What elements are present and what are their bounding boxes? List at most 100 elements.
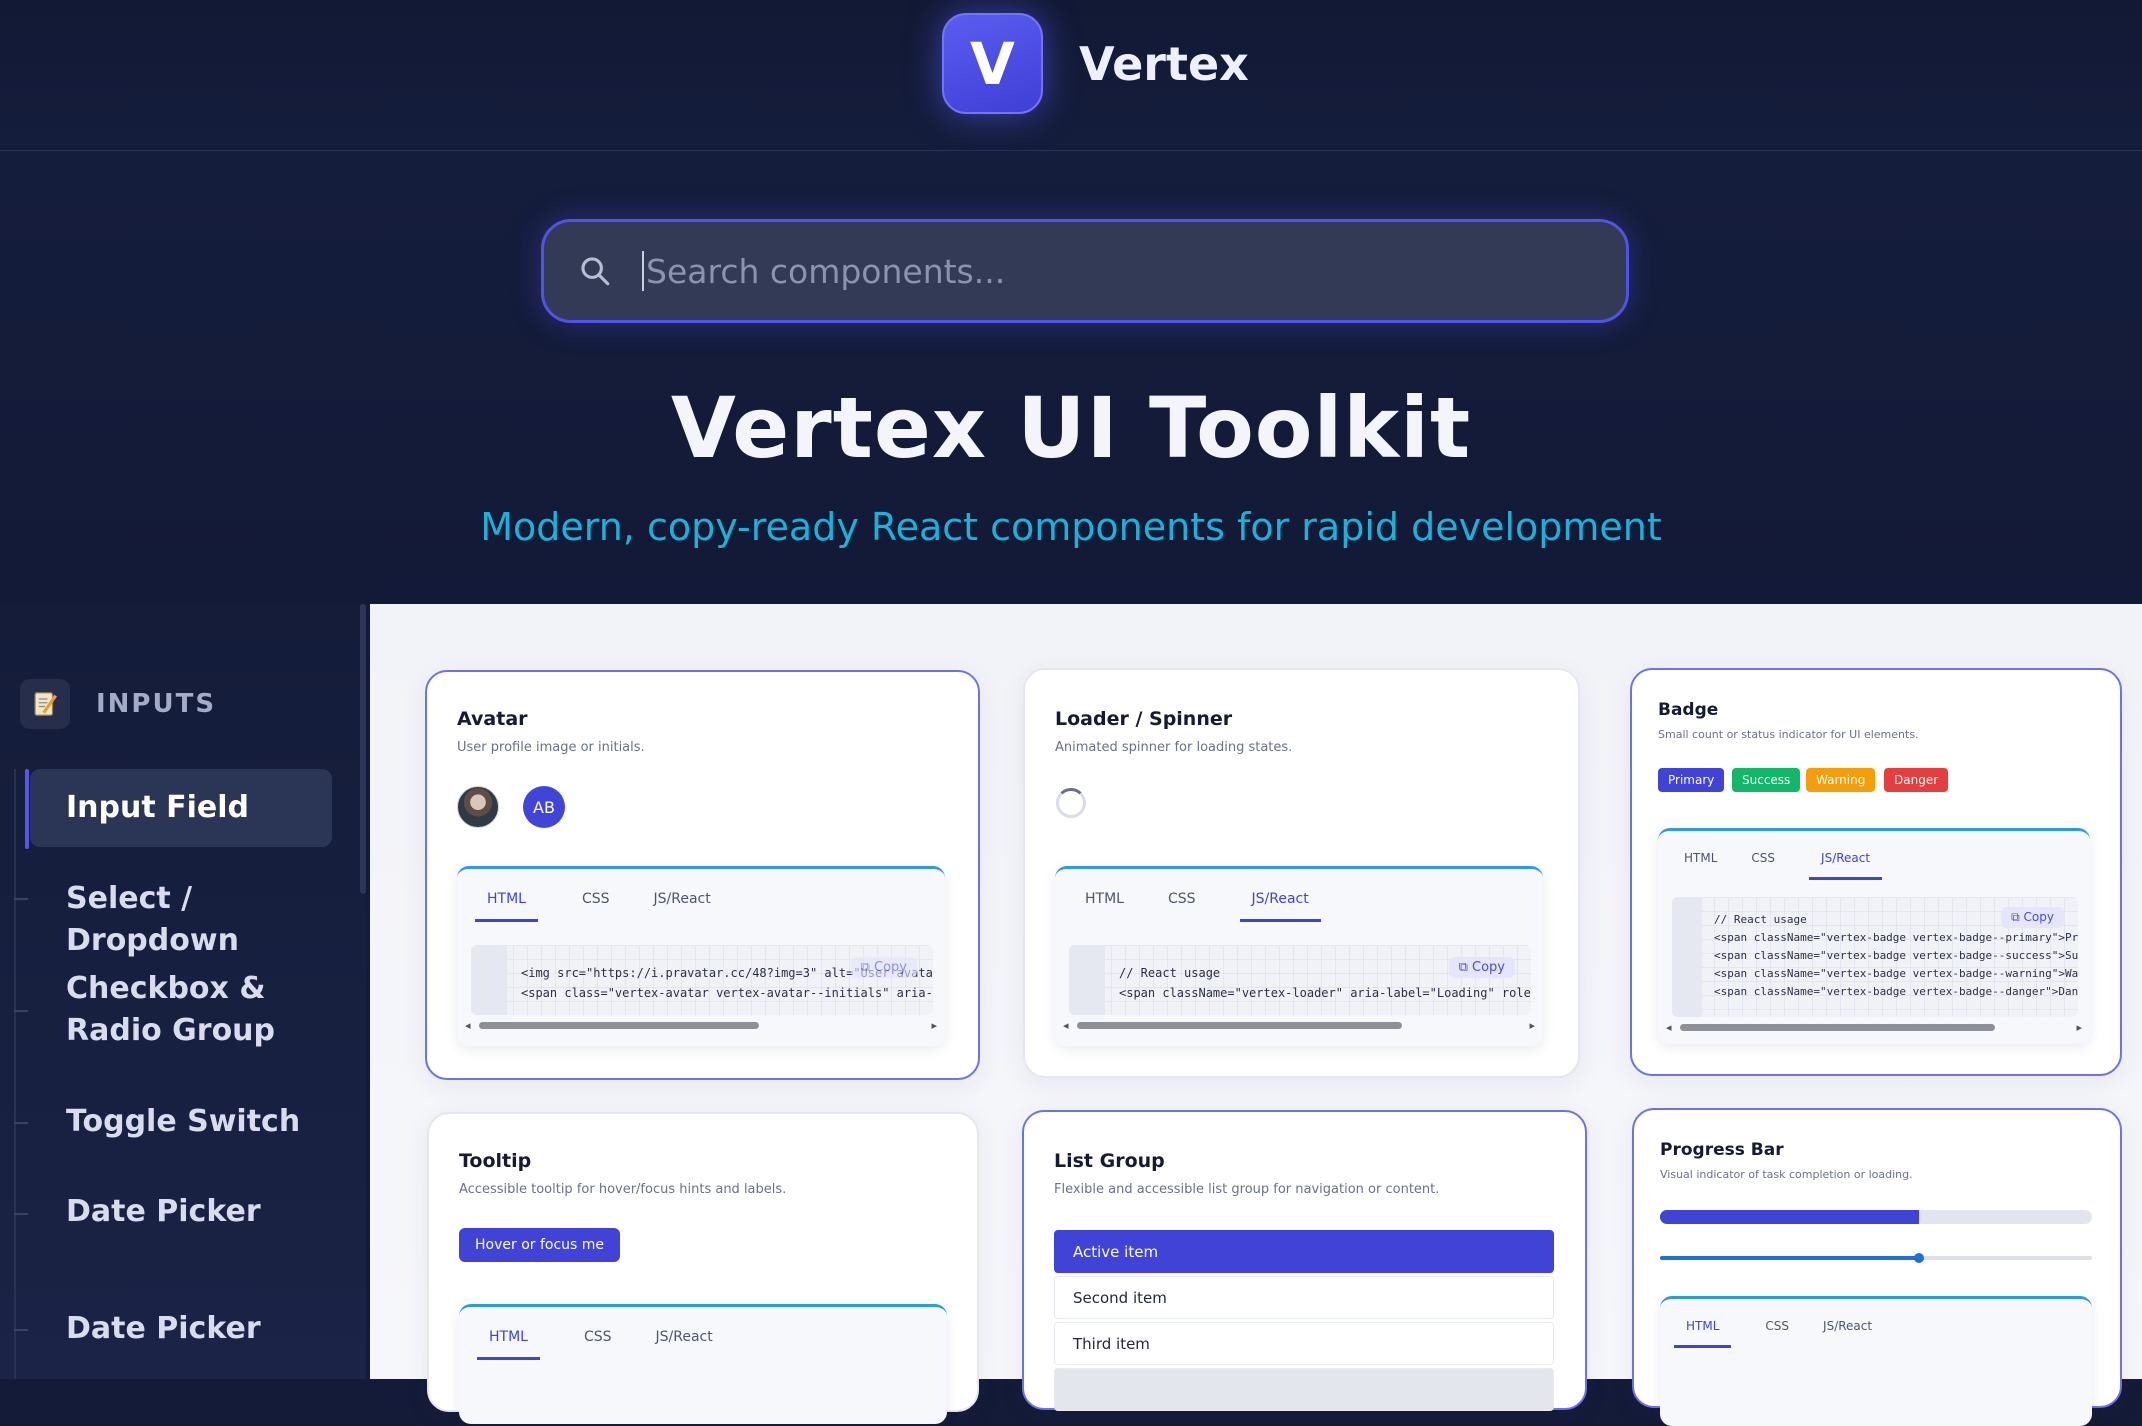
tab-html[interactable]: HTML	[1674, 1313, 1732, 1348]
range-slider[interactable]	[1660, 1253, 2092, 1263]
loading-spinner	[1056, 788, 1086, 818]
list-item-active[interactable]: Active item	[1054, 1230, 1554, 1273]
card-title: Progress Bar	[1660, 1140, 1784, 1160]
code-gutter	[471, 945, 507, 1015]
scroll-right-icon[interactable]: ▸	[2076, 1021, 2082, 1034]
scrollbar-thumb[interactable]	[479, 1022, 759, 1029]
sidebar-item-date-picker[interactable]: Date Picker	[30, 1191, 332, 1233]
card-title: Avatar	[457, 708, 528, 730]
sidebar-item-date-picker-2[interactable]: Date Picker	[30, 1308, 332, 1350]
active-indicator	[25, 769, 29, 849]
card-loader: Loader / Spinner Animated spinner for lo…	[1023, 668, 1580, 1078]
card-title: Badge	[1658, 700, 1719, 720]
tab-css[interactable]: CSS	[1765, 1313, 1789, 1348]
memo-icon	[20, 679, 70, 729]
scroll-left-icon[interactable]: ◂	[1666, 1021, 1672, 1034]
copy-button[interactable]: ⧉ Copy	[2001, 907, 2064, 928]
code-scrollbar[interactable]: ◂ ▸	[465, 1019, 937, 1032]
avatar-initials: AB	[523, 786, 565, 828]
brand[interactable]: V Vertex	[942, 13, 1249, 114]
code-line: <span className="vertex-badge vertex-bad…	[1714, 931, 2078, 944]
tab-html[interactable]: HTML	[1672, 845, 1717, 880]
card-description: Animated spinner for loading states.	[1055, 740, 1293, 755]
code-line: <span className="vertex-badge vertex-bad…	[1714, 967, 2078, 980]
scrollbar-thumb[interactable]	[1077, 1022, 1402, 1029]
card-description: Flexible and accessible list group for n…	[1054, 1182, 1440, 1197]
progress-bar-fill	[1660, 1210, 1920, 1224]
nav-tick	[14, 1122, 28, 1124]
sidebar-item-select-dropdown[interactable]: Select / Dropdown	[30, 878, 332, 962]
sidebar-section-inputs[interactable]: INPUTS	[20, 679, 216, 729]
code-panel: HTML CSS JS/React <img src="https://i.pr…	[457, 866, 945, 1046]
search-input[interactable]: Search components...	[646, 252, 1005, 291]
tooltip-trigger-button[interactable]: Hover or focus me	[459, 1228, 621, 1262]
scroll-left-icon[interactable]: ◂	[465, 1019, 471, 1032]
page-title: Vertex UI Toolkit	[670, 379, 1472, 477]
code-block: // React usage <span className="vertex-ba…	[1672, 897, 2078, 1017]
tab-css[interactable]: CSS	[584, 1323, 612, 1360]
code-block: <img src="https://i.pravatar.cc/48?img=3…	[471, 945, 933, 1015]
card-progress-bar: Progress Bar Visual indicator of task co…	[1632, 1108, 2122, 1426]
code-tabs: HTML CSS JS/React	[1073, 885, 1365, 922]
slider-thumb[interactable]	[1914, 1253, 1925, 1263]
nav-tick	[14, 1010, 28, 1012]
card-description: User profile image or initials.	[457, 740, 645, 755]
copy-button[interactable]: ⧉ Copy	[1448, 957, 1515, 978]
nav-tree-line	[14, 769, 16, 1379]
code-tabs: HTML CSS JS/React	[475, 885, 755, 922]
code-line: <span className="vertex-badge vertex-bad…	[1714, 985, 2078, 998]
code-scrollbar[interactable]: ◂ ▸	[1063, 1019, 1535, 1032]
tab-js-react[interactable]: JS/React	[1239, 885, 1321, 922]
code-gutter	[1069, 945, 1105, 1015]
card-title: Loader / Spinner	[1055, 708, 1233, 730]
tab-html[interactable]: HTML	[477, 1323, 540, 1360]
card-title: List Group	[1054, 1150, 1165, 1172]
sidebar-item-checkbox-radio[interactable]: Checkbox & Radio Group	[30, 968, 332, 1052]
search-bar[interactable]: Search components...	[541, 219, 1629, 323]
code-panel: HTML CSS JS/React // React usage <span cl…	[1658, 828, 2090, 1044]
code-line: <span class="vertex-avatar vertex-avatar…	[521, 986, 933, 1000]
slider-fill	[1660, 1256, 1920, 1260]
tab-css[interactable]: CSS	[1168, 885, 1196, 922]
tab-html[interactable]: HTML	[1073, 885, 1124, 922]
brand-name[interactable]: Vertex	[1079, 37, 1249, 91]
brand-logo[interactable]: V	[942, 13, 1043, 114]
nav-tick	[14, 1329, 28, 1331]
search-icon	[581, 257, 610, 286]
card-description: Small count or status indicator for UI e…	[1658, 728, 1919, 741]
badge-danger: Danger	[1884, 768, 1949, 792]
tab-css[interactable]: CSS	[582, 885, 610, 922]
copy-button[interactable]: ⧉ Copy	[850, 957, 917, 978]
card-description: Accessible tooltip for hover/focus hints…	[459, 1182, 787, 1197]
list-item[interactable]: Second item	[1054, 1276, 1554, 1319]
code-panel: HTML CSS JS/React // React usage <span cl…	[1055, 866, 1543, 1046]
scroll-right-icon[interactable]: ▸	[931, 1019, 937, 1032]
code-tabs: HTML CSS JS/React	[477, 1323, 757, 1360]
scrollbar-thumb[interactable]	[1680, 1024, 1995, 1031]
tab-css[interactable]: CSS	[1751, 845, 1775, 880]
tab-js-react[interactable]: JS/React	[1823, 1313, 1872, 1348]
list-item[interactable]: Third item	[1054, 1322, 1554, 1365]
code-scrollbar[interactable]: ◂ ▸	[1666, 1021, 2082, 1034]
tab-js-react[interactable]: JS/React	[1809, 845, 1883, 880]
badge-primary: Primary	[1658, 768, 1725, 792]
sidebar-item-label: Input Field	[66, 790, 250, 825]
copy-label: Copy	[2023, 910, 2054, 924]
scroll-left-icon[interactable]: ◂	[1063, 1019, 1069, 1032]
code-tabs: HTML CSS JS/React	[1674, 1313, 1916, 1348]
code-block: // React usage <span className="vertex-lo…	[1069, 945, 1531, 1015]
nav-tick	[14, 1213, 28, 1215]
scroll-right-icon[interactable]: ▸	[1529, 1019, 1535, 1032]
badge-warning: Warning	[1806, 768, 1876, 792]
sidebar-item-toggle-switch[interactable]: Toggle Switch	[30, 1101, 332, 1143]
sidebar: INPUTS Input Field Select / Dropdown Che…	[0, 604, 366, 1379]
sidebar-scrollbar[interactable]	[360, 604, 366, 894]
tab-js-react[interactable]: JS/React	[656, 1323, 713, 1360]
sidebar-item-input-field[interactable]: Input Field	[30, 769, 332, 847]
copy-label: Copy	[1472, 960, 1505, 975]
tab-js-react[interactable]: JS/React	[654, 885, 711, 922]
card-tooltip: Tooltip Accessible tooltip for hover/foc…	[427, 1112, 979, 1424]
card-description: Visual indicator of task completion or l…	[1660, 1168, 1913, 1181]
tab-html[interactable]: HTML	[475, 885, 538, 922]
top-bar: V Vertex	[0, 0, 2142, 151]
